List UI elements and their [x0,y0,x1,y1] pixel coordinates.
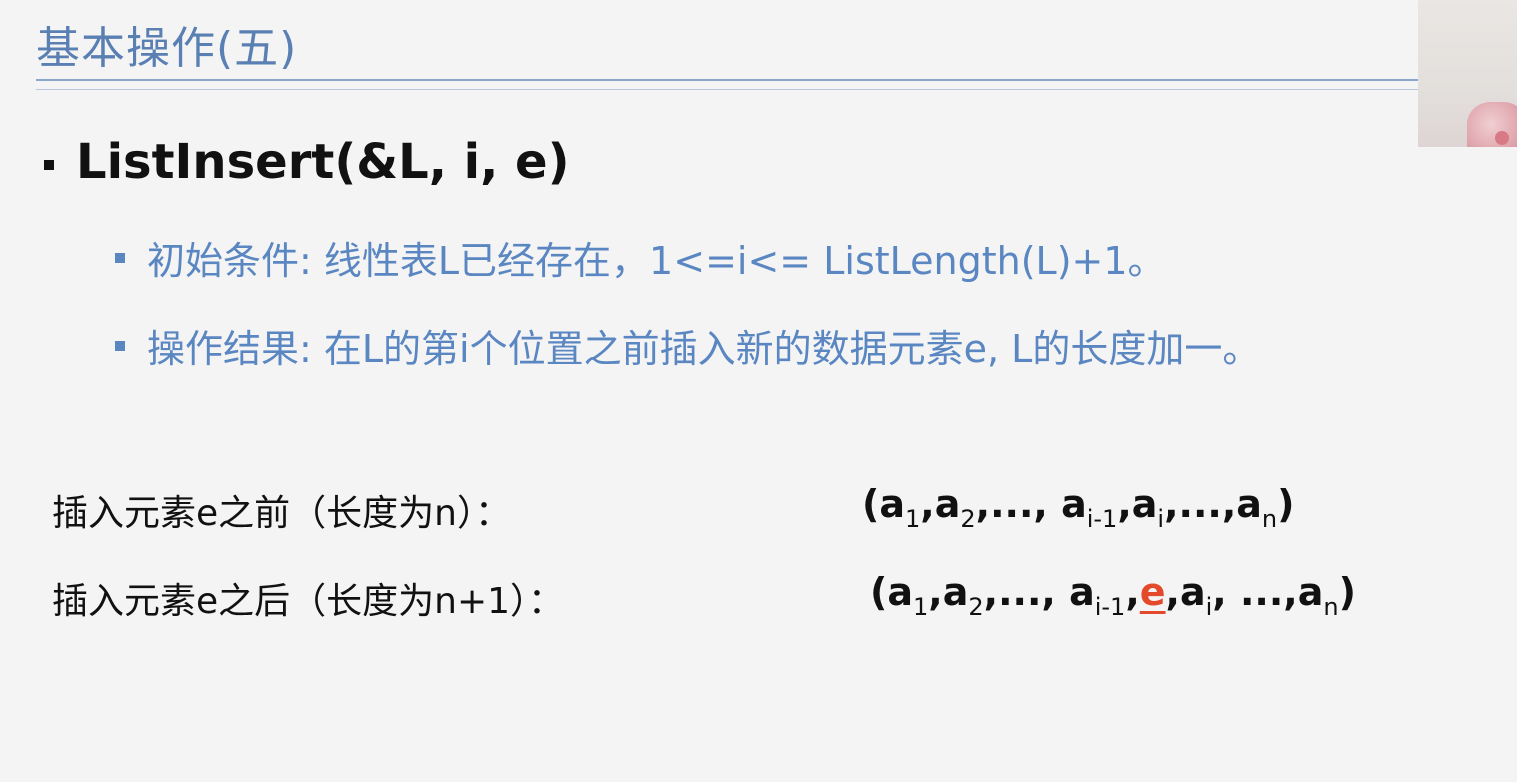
seq-open: (a [870,570,914,614]
subscript: 2 [968,593,984,621]
subscript: i-1 [1086,505,1118,533]
before-label: 插入元素e之前（长度为n）： [52,493,511,534]
operation-heading-row: ListInsert(&L, i, e) [44,134,570,190]
subscript: n [1323,593,1339,621]
precondition-text: 初始条件: 线性表L已经存在，1<=i<= ListLength(L)+1。 [147,239,1166,283]
seq-part: ,..., a [975,482,1087,526]
seq-part: , [1125,570,1140,614]
subscript: 1 [905,505,921,533]
title-divider-thin [36,89,1418,90]
seq-part: ,...,a [1164,482,1262,526]
after-label: 插入元素e之后（长度为n+1）： [52,581,565,622]
inserted-element: e [1139,570,1166,614]
seq-part: ,..., a [983,570,1095,614]
seq-close: ) [1338,570,1356,614]
presenter-detail [1495,131,1509,145]
seq-part: , ...,a [1212,570,1324,614]
webcam-overlay [1418,0,1517,147]
seq-open: (a [862,482,906,526]
precondition-row: 初始条件: 线性表L已经存在，1<=i<= ListLength(L)+1。 [115,230,1166,285]
bullet-square-icon [115,340,125,351]
seq-part: ,a [1165,570,1206,614]
result-text: 操作结果: 在L的第i个位置之前插入新的数据元素e, L的长度加一。 [147,327,1261,371]
operation-heading: ListInsert(&L, i, e) [76,134,570,190]
subscript: 1 [913,593,929,621]
before-sequence: (a1,a2,..., ai-1,ai,...,an) [862,482,1295,533]
subscript: 2 [960,505,976,533]
seq-part: ,a [920,482,961,526]
slide-title: 基本操作(五) [36,23,298,74]
presenter-figure [1467,102,1517,147]
bullet-square-icon [44,160,54,170]
seq-close: ) [1277,482,1295,526]
title-divider [36,79,1418,81]
subscript: n [1261,505,1278,533]
subscript: i-1 [1094,593,1126,621]
seq-part: ,a [928,570,969,614]
result-row: 操作结果: 在L的第i个位置之前插入新的数据元素e, L的长度加一。 [115,318,1260,373]
seq-part: ,a [1117,482,1158,526]
after-sequence: (a1,a2,..., ai-1,e,ai, ...,an) [870,570,1356,621]
bullet-square-icon [115,252,125,263]
